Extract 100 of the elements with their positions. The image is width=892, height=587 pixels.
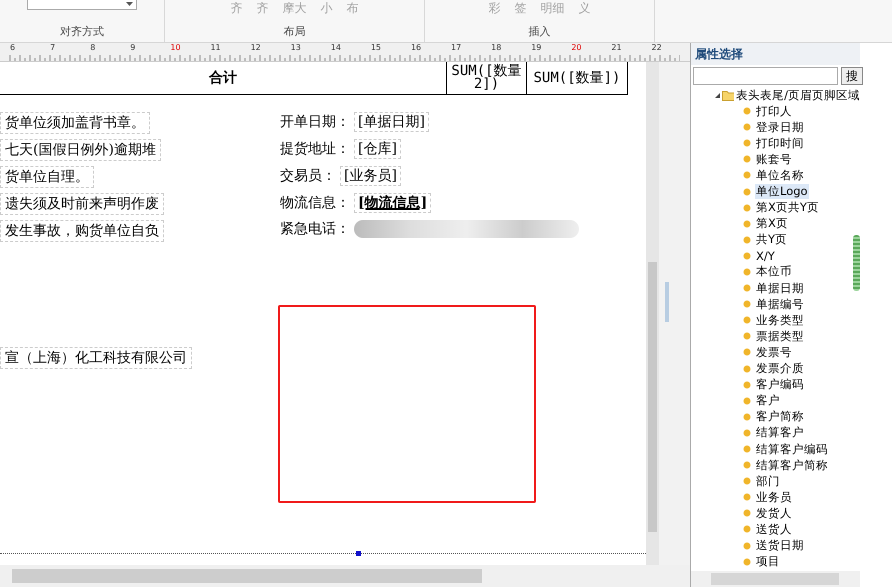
- field-dot-icon: [743, 204, 751, 212]
- field-dot-icon: [743, 316, 751, 324]
- tree-item[interactable]: 共Y页: [755, 232, 788, 248]
- note-text: 货单位自理。: [0, 166, 94, 188]
- font-dropdown[interactable]: [27, 0, 137, 10]
- tree-item[interactable]: 登录日期: [755, 120, 805, 135]
- field-dot-icon: [743, 284, 751, 292]
- tree-item[interactable]: 结算客户: [755, 425, 805, 440]
- horizontal-scrollbar[interactable]: [691, 571, 860, 587]
- tree-item[interactable]: 发货人: [755, 506, 793, 521]
- field-label: 交易员：: [280, 167, 336, 185]
- ribbon-group-label: 插入: [528, 24, 550, 39]
- field-dot-icon: [743, 364, 751, 373]
- table-cell: SUM([数量]): [527, 62, 628, 94]
- note-text: 货单位须加盖背书章。: [0, 112, 150, 134]
- tree-item[interactable]: 单据编号: [755, 296, 805, 312]
- field-dot-icon: [743, 348, 751, 356]
- tree-item[interactable]: 结算客户简称: [755, 458, 829, 473]
- ruler-number: 14: [330, 43, 342, 54]
- selection-frame[interactable]: [278, 305, 536, 503]
- table-cell: 合计: [0, 62, 447, 94]
- field-dot-icon: [743, 477, 751, 486]
- tree-item[interactable]: 业务类型: [755, 312, 805, 328]
- tree-item[interactable]: 送货日期: [755, 538, 805, 554]
- tree-item[interactable]: 单据日期: [755, 280, 805, 296]
- tree-node[interactable]: 表头表尾/页眉页脚区域: [736, 88, 860, 102]
- search-button[interactable]: 搜: [841, 67, 863, 85]
- field-dot-icon: [743, 252, 751, 260]
- field-label: 物流信息：: [280, 194, 350, 212]
- field-value: [仓库]: [354, 139, 401, 159]
- note-text: 发生事故，购货单位自负: [0, 220, 164, 242]
- ribbon-group-label: 布局: [284, 24, 306, 39]
- tree-item[interactable]: X/Y: [755, 248, 776, 263]
- tree-item[interactable]: 打印人: [755, 104, 793, 119]
- field-dot-icon: [743, 139, 751, 148]
- tree-item[interactable]: 单位Logo: [755, 184, 809, 200]
- field-value: [业务员]: [340, 166, 401, 186]
- tree-item[interactable]: 客户编码: [755, 377, 805, 392]
- ruler-number: 12: [250, 43, 262, 54]
- field-dot-icon: [743, 428, 751, 437]
- tree-item[interactable]: 客户: [755, 393, 781, 408]
- ruler-number: 8: [90, 43, 96, 54]
- tree-item[interactable]: 第X页共Y页: [755, 200, 820, 216]
- tree-item[interactable]: 客户简称: [755, 409, 805, 424]
- horizontal-scrollbar[interactable]: [0, 565, 690, 587]
- field-dot-icon: [743, 123, 751, 132]
- ruler-number: 16: [410, 43, 422, 54]
- field-dot-icon: [743, 542, 751, 550]
- field-value: [单据日期]: [354, 112, 429, 132]
- ruler-number: 6: [10, 43, 16, 54]
- field-label: 开单日期：: [280, 113, 350, 131]
- tree-item[interactable]: 送货人: [755, 522, 793, 537]
- ruler-number: 15: [370, 43, 382, 54]
- field-dot-icon: [743, 188, 751, 196]
- tree-item[interactable]: 账套号: [755, 152, 793, 167]
- ruler-number: 20: [571, 43, 582, 54]
- field-dot-icon: [743, 525, 751, 534]
- tree-item[interactable]: 本位币: [755, 264, 793, 280]
- tree-item[interactable]: 单位名称: [755, 168, 805, 183]
- tree-item[interactable]: 打印时间: [755, 136, 805, 151]
- tree-item[interactable]: 部门: [755, 474, 781, 489]
- ruler-number: 19: [531, 43, 542, 54]
- field-dot-icon: [743, 558, 751, 566]
- field-dot-icon: [743, 236, 751, 244]
- field-dot-icon: [743, 300, 751, 308]
- ruler-number: 17: [451, 43, 462, 54]
- tree-item[interactable]: 结算客户编码: [755, 442, 829, 457]
- tree-item[interactable]: 第X页: [755, 216, 789, 232]
- search-field[interactable]: [693, 67, 838, 85]
- scroll-indicator: [853, 235, 860, 291]
- tree-item[interactable]: 发票介质: [755, 361, 805, 376]
- ruler-number: 13: [290, 43, 302, 54]
- ribbon-group-label: 对齐方式: [60, 24, 104, 39]
- resize-handle[interactable]: [356, 551, 361, 556]
- field-dot-icon: [743, 396, 751, 405]
- field-dot-icon: [743, 380, 751, 389]
- ruler-number: 10: [170, 43, 182, 54]
- splitter-tab[interactable]: [665, 282, 670, 322]
- field-dot-icon: [743, 107, 751, 116]
- panel-title: 属性选择: [691, 43, 860, 65]
- field-dot-icon: [743, 220, 751, 228]
- tree-item[interactable]: 票据类型: [755, 328, 805, 344]
- field-dot-icon: [743, 445, 751, 454]
- folder-icon: [722, 90, 734, 100]
- vertical-scrollbar[interactable]: [646, 62, 660, 565]
- tree-item[interactable]: 业务员: [755, 490, 793, 505]
- tree-item[interactable]: 项目: [755, 554, 781, 570]
- field-dot-icon: [743, 412, 751, 421]
- field-dot-icon: [743, 509, 751, 518]
- ruler-number: 11: [210, 43, 222, 54]
- note-text: 遗失须及时前来声明作废: [0, 193, 164, 215]
- field-dot-icon: [743, 461, 751, 470]
- caret-icon: [126, 2, 133, 6]
- field-dot-icon: [743, 171, 751, 180]
- field-label: 紧急电话：: [280, 220, 350, 238]
- note-text: 七天(国假日例外)逾期堆: [0, 139, 161, 161]
- field-value: [物流信息]: [354, 193, 432, 213]
- field-dot-icon: [743, 268, 751, 276]
- ruler-number: 7: [50, 43, 56, 54]
- tree-item[interactable]: 发票号: [755, 344, 793, 360]
